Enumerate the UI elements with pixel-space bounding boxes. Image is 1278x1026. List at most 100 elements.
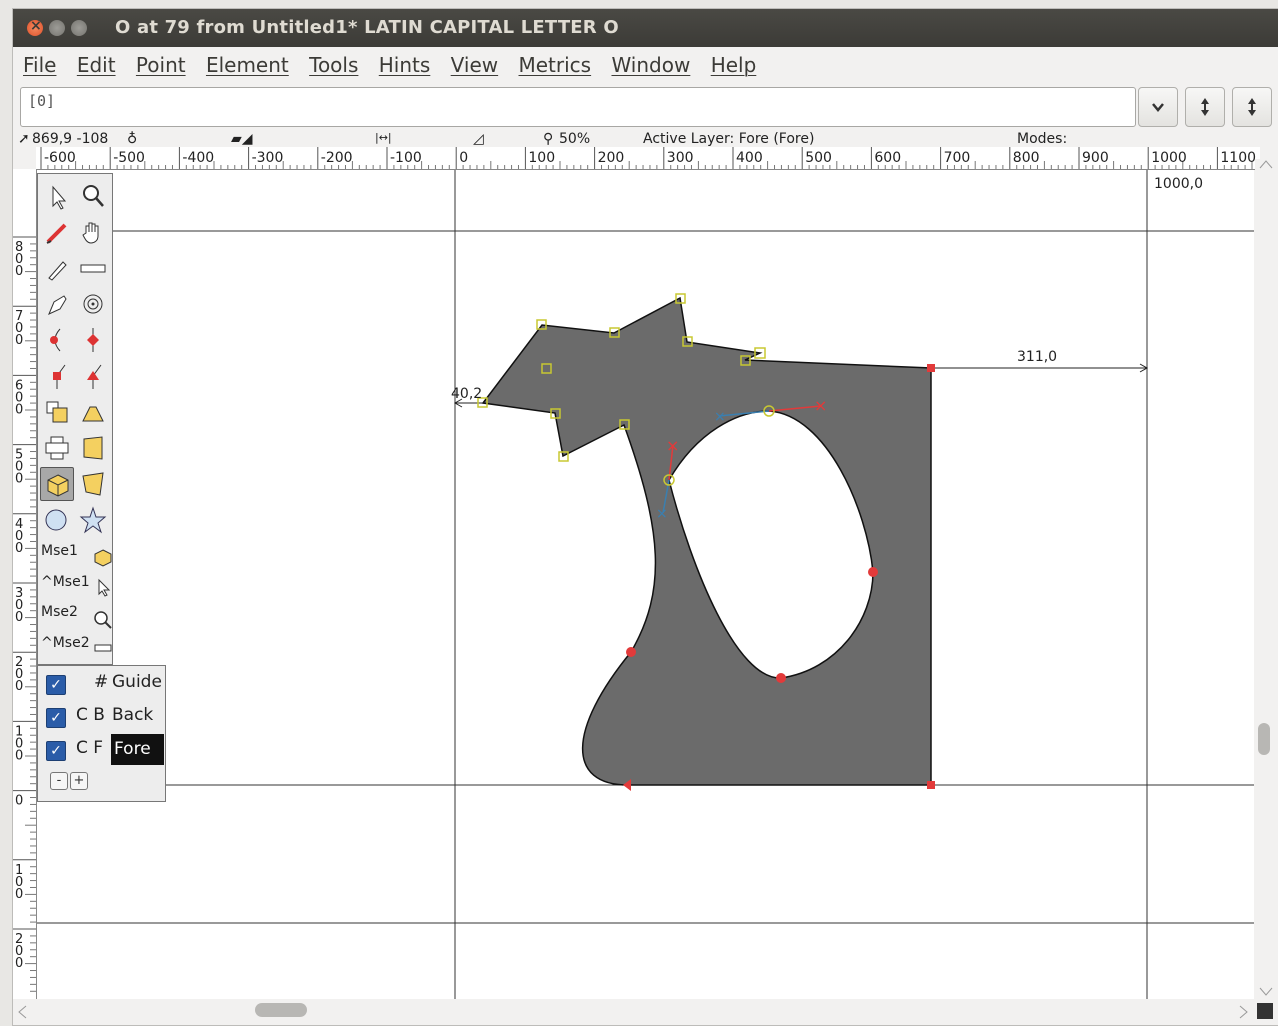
hv-curve-point-tool[interactable] [76, 323, 110, 357]
layer-row-fore[interactable]: ✓ C F Fore [38, 734, 165, 765]
ruler-label: -600 [44, 150, 76, 166]
combo-dropdown-button[interactable] [1138, 87, 1178, 127]
arrow-updown-icon [1201, 98, 1209, 116]
control-point-icon: × [714, 409, 726, 425]
maximize-window-button[interactable] [71, 20, 87, 36]
menu-file[interactable]: File [23, 49, 56, 81]
skew-tool[interactable] [76, 395, 110, 429]
mse1-label: Mse1 [41, 543, 78, 559]
layer-row-back[interactable]: ✓ C B Back [38, 701, 165, 731]
star-tool[interactable] [76, 503, 110, 537]
scroll-right-icon [1239, 1005, 1248, 1019]
vertical-scrollbar[interactable] [1255, 159, 1277, 999]
pointer-tool[interactable] [40, 179, 74, 213]
layer-visible-checkbox[interactable]: ✓ [46, 675, 66, 695]
glyph-canvas[interactable]: × × × × 1000,0 311,0 40,2 [37, 170, 1254, 999]
star-icon [79, 506, 107, 534]
horizontal-scroll-thumb[interactable] [255, 1003, 307, 1017]
distort-tool[interactable] [76, 467, 110, 501]
glyph-outline[interactable] [481, 296, 932, 786]
layer-visible-checkbox[interactable]: ✓ [46, 708, 66, 728]
ruler-label: -500 [113, 150, 145, 166]
menu-hints[interactable]: Hints [379, 49, 431, 81]
menu-metrics[interactable]: Metrics [519, 49, 592, 81]
corner-point-icon [53, 364, 66, 389]
control-point-icon: × [656, 506, 668, 522]
add-layer-button[interactable]: + [70, 772, 88, 790]
ruler-label: 0 [15, 333, 23, 348]
cube-icon [94, 549, 112, 567]
ruler-label: 0 [15, 887, 23, 902]
control-point-icon: × [666, 436, 679, 455]
layer-prefix: # [94, 672, 109, 692]
magnify-icon [83, 185, 104, 207]
arrow-updown-icon [1248, 98, 1256, 116]
menu-help[interactable]: Help [711, 49, 757, 81]
spiro-tool[interactable] [40, 287, 74, 321]
ruler-label: 1000 [1151, 150, 1187, 166]
pointer-icon [98, 578, 111, 597]
layer-row-guide[interactable]: ✓ # Guide [38, 668, 165, 698]
advance-label: 1000,0 [1154, 176, 1203, 192]
selection-icon: ▰◢ [231, 131, 253, 147]
right-measure-label: 311,0 [1017, 349, 1057, 365]
3d-rotate-tool[interactable] [40, 467, 74, 501]
info-line: ➚ 869,9 -108 ♁ ▰◢ |↔| ◿ ⚲ 50% Active Lay… [13, 130, 1278, 148]
curve-point-tool[interactable] [40, 323, 74, 357]
menu-tools[interactable]: Tools [309, 49, 358, 81]
horizontal-scrollbar[interactable] [13, 999, 1255, 1025]
menu-window[interactable]: Window [611, 49, 690, 81]
ruler-label: 0 [15, 472, 23, 487]
left-measure-label: 40,2 [451, 386, 482, 402]
tangent-point-tool[interactable] [76, 359, 110, 393]
combo-value: [0] [28, 92, 56, 110]
hv-curve-icon [87, 328, 99, 352]
perspective-tool[interactable] [76, 431, 110, 465]
vertical-ruler: 8007006005004003002001000100200 [13, 169, 37, 999]
ruler-label: 0 [15, 794, 23, 809]
corner-resize-icon[interactable] [1257, 1003, 1273, 1019]
tangent-point-icon [87, 364, 102, 389]
menu-element[interactable]: Element [206, 49, 289, 81]
ruler-label: 600 [874, 150, 901, 166]
next-glyph-button[interactable] [1232, 87, 1272, 127]
ruler-tool[interactable] [76, 251, 110, 285]
fontforge-glyph-window: × O at 79 from Untitled1* LATIN CAPITAL … [12, 8, 1278, 1026]
menu-point[interactable]: Point [136, 49, 186, 81]
ruler-icon [80, 264, 106, 273]
ellipse-icon [45, 509, 67, 531]
distort-icon [82, 472, 104, 496]
pointer-icon [52, 185, 67, 210]
cursor-arrow-icon: ➚ [18, 131, 30, 147]
layer-name: Guide [112, 672, 162, 692]
scale-icon [46, 401, 68, 423]
pen-tool[interactable] [40, 251, 74, 285]
horizontal-ruler: -600 -500 -400 -300 -200 -100 0 100 200 300 400 500… [36, 147, 1260, 170]
corner-point-tool[interactable] [40, 359, 74, 393]
remove-layer-button[interactable]: - [50, 772, 68, 790]
minimize-window-button[interactable] [49, 20, 65, 36]
angle-icon: ◿ [473, 131, 484, 147]
ellipse-tool[interactable] [40, 503, 74, 537]
active-layer: Active Layer: Fore (Fore) [643, 131, 815, 147]
flip-tool[interactable] [40, 431, 74, 465]
ruler-label: 300 [667, 150, 694, 166]
spiral-tool[interactable] [76, 287, 110, 321]
layer-visible-checkbox[interactable]: ✓ [46, 741, 66, 761]
ruler-label: 0 [15, 541, 23, 556]
title-bar: × O at 79 from Untitled1* LATIN CAPITAL … [13, 9, 1278, 47]
previous-glyph-button[interactable] [1185, 87, 1225, 127]
ruler-icon [94, 644, 112, 652]
layer-prefix: C B [76, 705, 105, 725]
close-window-button[interactable]: × [27, 18, 43, 36]
scroll-tool[interactable] [76, 215, 110, 249]
glyph-combo-input[interactable]: [0] [20, 87, 1136, 127]
scale-tool[interactable] [40, 395, 74, 429]
vertical-scroll-thumb[interactable] [1258, 723, 1270, 755]
freehand-tool[interactable] [40, 215, 74, 249]
menu-edit[interactable]: Edit [77, 49, 116, 81]
cursor-coords: 869,9 -108 [32, 131, 109, 147]
magnify-tool[interactable] [76, 179, 110, 213]
menu-view[interactable]: View [451, 49, 498, 81]
zoom-icon: ⚲ [543, 131, 554, 147]
